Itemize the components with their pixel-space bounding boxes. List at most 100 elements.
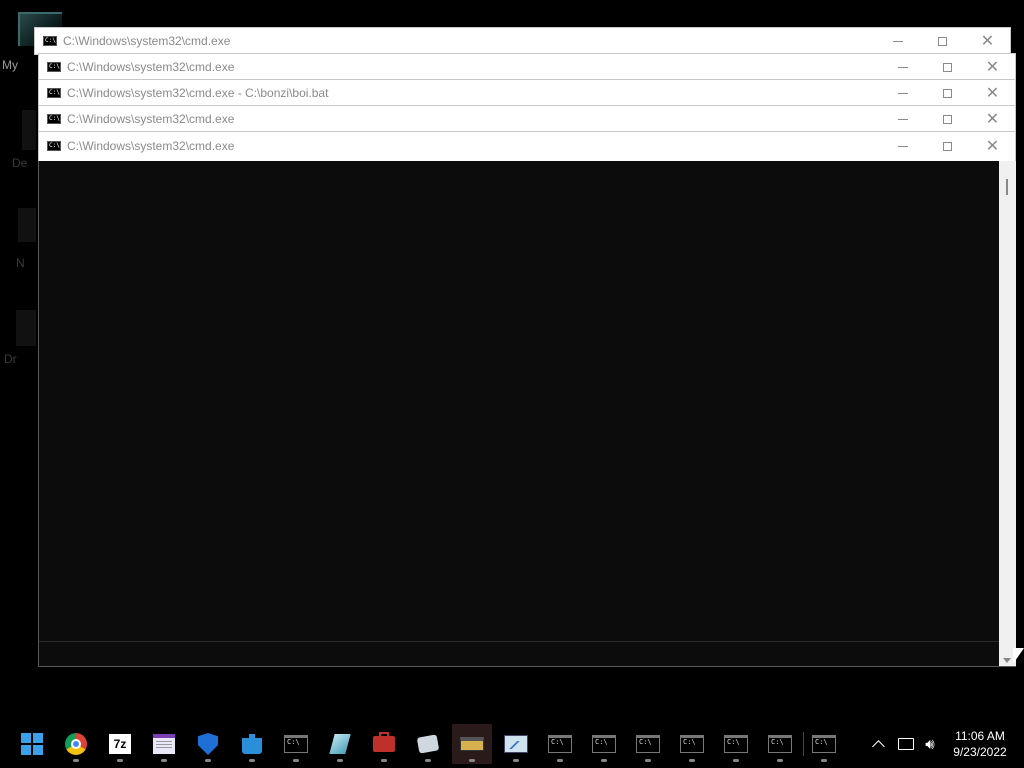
minimize-button[interactable] — [880, 106, 925, 132]
maximize-icon — [943, 141, 952, 151]
scroll-down-arrow-icon[interactable] — [1003, 658, 1011, 663]
notepad-icon — [153, 734, 175, 754]
title-bar[interactable]: C:\ C:\Windows\system32\cmd.exe ✕ — [35, 28, 1010, 54]
taskbar-app-cmd[interactable]: C:\ — [276, 724, 316, 764]
maximize-button[interactable] — [925, 132, 970, 160]
window-border — [38, 666, 1016, 667]
maximize-button[interactable] — [920, 28, 965, 54]
cmd-window[interactable]: C:\ C:\Windows\system32\cmd.exe ✕ — [34, 27, 1011, 55]
maximize-icon — [938, 36, 947, 46]
cmd-icon: C:\ — [284, 735, 308, 753]
window-title: C:\Windows\system32\cmd.exe - C:\bonzi\b… — [67, 86, 329, 100]
minimize-button[interactable] — [880, 54, 925, 80]
desktop-label-dr: Dr — [4, 352, 17, 366]
show-hidden-icons-button[interactable] — [868, 732, 888, 756]
puzzle-icon — [242, 734, 262, 754]
running-indicator — [425, 759, 431, 762]
close-button[interactable]: ✕ — [970, 80, 1015, 106]
cmd-icon: C:\ — [548, 735, 572, 753]
chevron-up-icon — [871, 740, 885, 753]
running-indicator — [821, 759, 827, 762]
close-icon: ✕ — [980, 31, 995, 50]
window-title: C:\Windows\system32\cmd.exe — [67, 60, 235, 74]
taskbar-app-cmd[interactable]: C:\ — [584, 724, 624, 764]
chrome-icon — [65, 733, 87, 755]
close-icon: ✕ — [985, 109, 1000, 128]
desktop-icon-shadow — [18, 208, 36, 242]
close-icon: ✕ — [985, 136, 1000, 155]
running-indicator — [337, 759, 343, 762]
maximize-button[interactable] — [925, 54, 970, 80]
speaker-icon: 🔊︎ — [925, 735, 935, 753]
taskbar-app-notepad[interactable] — [144, 724, 184, 764]
cmd-window[interactable]: C:\ C:\Windows\system32\cmd.exe - C:\bon… — [38, 79, 1016, 107]
close-button[interactable]: ✕ — [965, 28, 1010, 54]
running-indicator — [161, 759, 167, 762]
title-bar[interactable]: C:\ C:\Windows\system32\cmd.exe - C:\bon… — [39, 80, 1015, 106]
clock[interactable]: 11:06 AM 9/23/2022 — [944, 728, 1016, 760]
taskbar-app-7zip[interactable]: 7z — [100, 724, 140, 764]
mouse-cursor-icon — [1013, 648, 1024, 664]
running-indicator — [117, 759, 123, 762]
close-button[interactable]: ✕ — [970, 132, 1015, 160]
taskbar-app-cmd[interactable]: C:\ — [760, 724, 800, 764]
desktop-icon-shadow — [16, 310, 36, 346]
cmd-window-active[interactable]: C:\ C:\Windows\system32\cmd.exe ✕ — [38, 131, 1016, 162]
running-indicator — [381, 759, 387, 762]
taskbar-app-chrome[interactable] — [56, 724, 96, 764]
close-button[interactable]: ✕ — [970, 106, 1015, 132]
maximize-button[interactable] — [925, 80, 970, 106]
cmd-icon: C:\ — [47, 88, 61, 98]
running-indicator — [513, 759, 519, 762]
defender-shield-icon — [198, 733, 218, 755]
clock-time: 11:06 AM — [955, 729, 1005, 743]
taskbar-app-cmd[interactable]: C:\ — [672, 724, 712, 764]
running-indicator — [557, 759, 563, 762]
cmd-icon: C:\ — [724, 735, 748, 753]
window-title: C:\Windows\system32\cmd.exe — [67, 112, 235, 126]
desktop-label-de: De — [12, 156, 28, 170]
taskbar-app-cmd[interactable]: C:\ — [804, 724, 844, 764]
running-indicator — [469, 759, 475, 762]
toolbox-icon — [373, 732, 395, 752]
scrollbar-thumb[interactable] — [1006, 179, 1008, 195]
7zip-icon: 7z — [108, 733, 132, 755]
console-bottom-area[interactable] — [39, 641, 999, 667]
desktop-label-n: N — [16, 256, 25, 270]
cmd-window[interactable]: C:\ C:\Windows\system32\cmd.exe ✕ — [38, 53, 1016, 81]
title-bar[interactable]: C:\ C:\Windows\system32\cmd.exe ✕ — [39, 54, 1015, 80]
taskbar-app-dice[interactable] — [408, 724, 448, 764]
running-indicator — [293, 759, 299, 762]
taskbar-app-cmd[interactable]: C:\ — [540, 724, 580, 764]
taskbar-app-puzzle[interactable] — [232, 724, 272, 764]
start-button[interactable] — [12, 724, 52, 764]
title-bar[interactable]: C:\ C:\Windows\system32\cmd.exe ✕ — [39, 106, 1015, 132]
cmd-icon: C:\ — [592, 735, 616, 753]
minimize-button[interactable] — [880, 132, 925, 160]
vertical-scrollbar[interactable] — [999, 161, 1016, 666]
close-icon: ✕ — [985, 57, 1000, 76]
close-button[interactable]: ✕ — [970, 54, 1015, 80]
maximize-button[interactable] — [925, 106, 970, 132]
volume-button[interactable]: 🔊︎ — [920, 732, 940, 756]
taskbar-app-defender[interactable] — [188, 724, 228, 764]
running-indicator — [205, 759, 211, 762]
taskbar-app-resource-monitor[interactable] — [496, 724, 536, 764]
window-title: C:\Windows\system32\cmd.exe — [63, 34, 231, 48]
taskbar-app-scanner[interactable] — [452, 724, 492, 764]
taskbar-app-crystal[interactable] — [320, 724, 360, 764]
cmd-window[interactable]: C:\ C:\Windows\system32\cmd.exe ✕ — [38, 105, 1016, 133]
title-bar[interactable]: C:\ C:\Windows\system32\cmd.exe ✕ — [39, 132, 1015, 160]
taskbar-app-cmd[interactable]: C:\ — [628, 724, 668, 764]
console-output[interactable] — [39, 161, 999, 641]
cmd-icon: C:\ — [768, 735, 792, 753]
taskbar-app-cmd[interactable]: C:\ — [716, 724, 756, 764]
minimize-icon — [897, 118, 908, 120]
running-indicator — [689, 759, 695, 762]
network-button[interactable] — [896, 732, 916, 756]
minimize-button[interactable] — [875, 28, 920, 54]
taskbar-app-toolbox[interactable] — [364, 724, 404, 764]
minimize-button[interactable] — [880, 80, 925, 106]
window-title: C:\Windows\system32\cmd.exe — [67, 139, 235, 153]
maximize-icon — [943, 62, 952, 72]
